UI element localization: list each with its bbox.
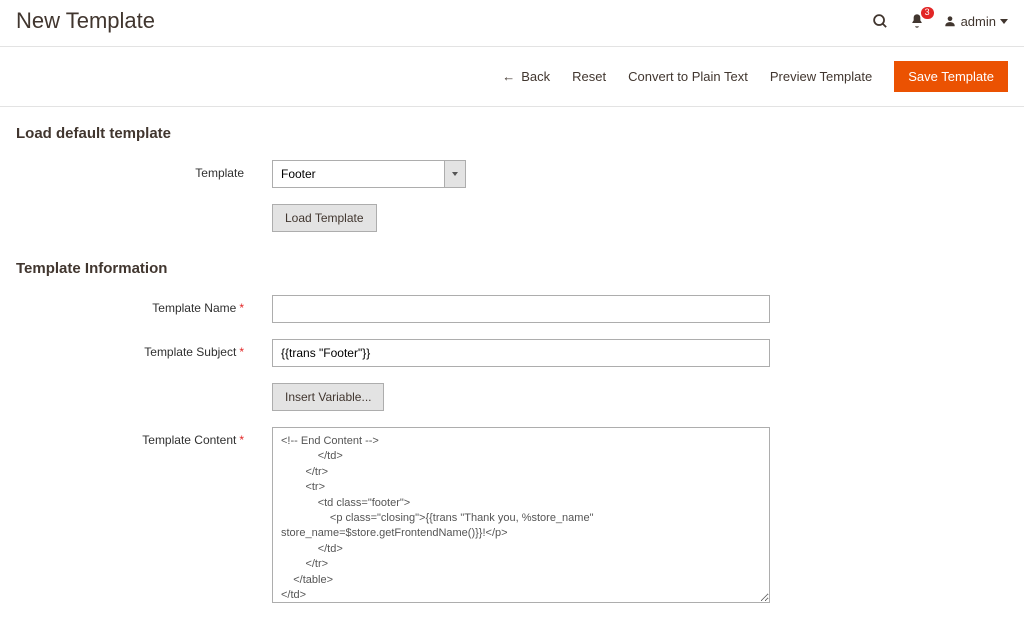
save-button[interactable]: Save Template <box>894 61 1008 92</box>
label-template-subject: Template Subject* <box>16 339 272 359</box>
label-template-content: Template Content* <box>16 427 272 447</box>
notification-badge: 3 <box>921 7 934 19</box>
template-subject-input[interactable] <box>272 339 770 367</box>
row-template-subject: Template Subject* <box>16 339 1008 367</box>
load-template-button[interactable]: Load Template <box>272 204 377 232</box>
chevron-down-icon <box>1000 19 1008 24</box>
back-button[interactable]: ← Back <box>502 69 550 84</box>
header-right: 3 admin <box>870 11 1008 32</box>
template-name-input[interactable] <box>272 295 770 323</box>
arrow-left-icon: ← <box>502 69 515 84</box>
template-select-toggle[interactable] <box>444 160 466 188</box>
section-load-default: Load default template <box>16 125 1008 142</box>
row-load-template: Load Template <box>16 204 1008 232</box>
row-insert-variable: Insert Variable... <box>16 383 1008 411</box>
row-template-name: Template Name* <box>16 295 1008 323</box>
insert-variable-button[interactable]: Insert Variable... <box>272 383 384 411</box>
field-template-select <box>272 160 770 188</box>
convert-button[interactable]: Convert to Plain Text <box>628 69 748 84</box>
row-template-content: Template Content* <box>16 427 1008 606</box>
admin-username: admin <box>961 14 996 29</box>
main-content: Load default template Template Load Temp… <box>0 107 1024 640</box>
preview-button[interactable]: Preview Template <box>770 69 872 84</box>
admin-user-menu[interactable]: admin <box>943 14 1008 29</box>
user-icon <box>943 14 957 28</box>
reset-button[interactable]: Reset <box>572 69 606 84</box>
label-template: Template <box>16 160 272 180</box>
page-header: New Template 3 admin <box>0 0 1024 47</box>
label-template-name: Template Name* <box>16 295 272 315</box>
template-select-input[interactable] <box>272 160 444 188</box>
page-title: New Template <box>16 8 155 34</box>
chevron-down-icon <box>452 172 458 176</box>
notifications-icon[interactable]: 3 <box>907 11 927 31</box>
search-icon[interactable] <box>870 11 891 32</box>
actions-bar: ← Back Reset Convert to Plain Text Previ… <box>0 47 1024 107</box>
row-template-select: Template <box>16 160 1008 188</box>
template-select[interactable] <box>272 160 466 188</box>
template-content-textarea[interactable] <box>272 427 770 603</box>
section-template-info: Template Information <box>16 260 1008 277</box>
